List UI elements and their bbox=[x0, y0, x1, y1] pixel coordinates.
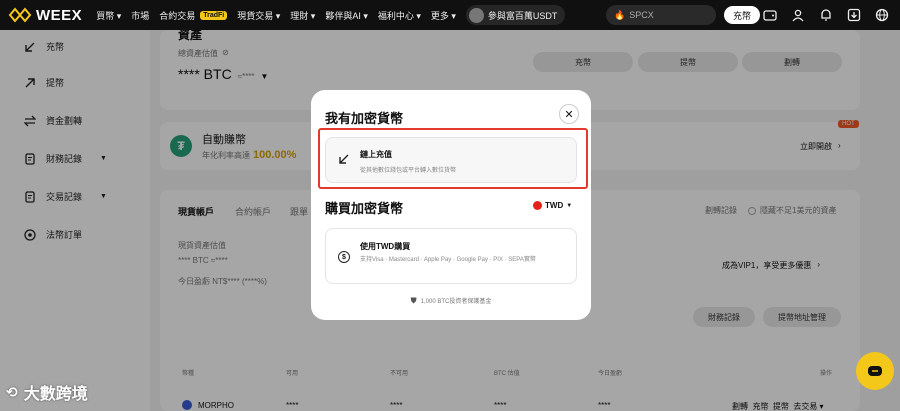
currency-code: TWD bbox=[545, 201, 564, 210]
annotation-highlight-box bbox=[318, 128, 588, 189]
user-icon[interactable] bbox=[790, 7, 806, 23]
nav-buy[interactable]: 買幣 ▾ bbox=[96, 9, 121, 22]
modal-title-own-crypto: 我有加密貨幣 bbox=[325, 111, 404, 126]
search-placeholder: SPCX bbox=[629, 10, 654, 20]
buy-title: 使用TWD購買 bbox=[360, 242, 411, 251]
buy-twd-option[interactable]: $ 使用TWD購買 支持Visa · Mastercard · Apple Pa… bbox=[325, 228, 577, 284]
tradfi-badge: TradFi bbox=[200, 10, 228, 20]
chevron-down-icon: ▼ bbox=[566, 202, 573, 209]
watermark: ⟲ 大數跨境 bbox=[6, 380, 88, 404]
deposit-modal: 我有加密貨幣 ✕ 鏈上充值 從其他數位錢包或平台轉入數位貨幣 購買加密貨幣 TW… bbox=[311, 90, 591, 320]
search-box[interactable]: 🔥 SPCX bbox=[606, 5, 716, 25]
download-icon[interactable] bbox=[846, 7, 862, 23]
protection-fund-note: ⛊ 1,000 BTC投資者保護基金 bbox=[311, 296, 591, 306]
brand-name: WEEX bbox=[36, 6, 83, 24]
nav-rewards[interactable]: 福利中心 ▾ bbox=[378, 9, 421, 22]
watermark-text: 大數跨境 bbox=[23, 386, 88, 403]
brand-logo[interactable]: WEEX bbox=[8, 7, 82, 24]
promo-text: 參與富百萬USDT bbox=[487, 10, 558, 21]
nav-partner-ai[interactable]: 夥伴與AI ▾ bbox=[325, 9, 368, 22]
modal-title-buy-crypto: 購買加密貨幣 bbox=[325, 201, 404, 216]
coin-icon: $ bbox=[338, 251, 350, 263]
globe-icon[interactable] bbox=[874, 7, 890, 23]
nav-market[interactable]: 市場 bbox=[131, 9, 149, 22]
nav-futures[interactable]: 合約交易 TradFi bbox=[159, 9, 228, 22]
buy-desc: 支持Visa · Mastercard · Apple Pay · Google… bbox=[360, 257, 536, 263]
watermark-logo-icon: ⟲ bbox=[6, 383, 18, 400]
twd-flag-icon bbox=[533, 201, 542, 210]
currency-selector[interactable]: TWD ▼ bbox=[533, 201, 572, 210]
nav-earn[interactable]: 理財 ▾ bbox=[290, 9, 315, 22]
close-icon[interactable]: ✕ bbox=[559, 104, 579, 124]
top-icons bbox=[762, 7, 890, 23]
chat-icon bbox=[868, 366, 882, 376]
chat-support-button[interactable] bbox=[856, 352, 894, 390]
protection-fund-text: 1,000 BTC投資者保護基金 bbox=[420, 299, 492, 305]
nav-futures-label: 合約交易 bbox=[159, 10, 196, 21]
promo-avatar bbox=[468, 7, 484, 23]
shield-icon: ⛊ bbox=[410, 296, 417, 305]
wallet-icon[interactable] bbox=[762, 7, 778, 23]
deposit-button[interactable]: 充幣 bbox=[724, 6, 760, 24]
weex-logo-icon bbox=[8, 7, 32, 23]
bell-icon[interactable] bbox=[818, 7, 834, 23]
fire-icon: 🔥 bbox=[614, 9, 626, 20]
nav-more[interactable]: 更多 ▾ bbox=[431, 9, 456, 22]
nav-spot[interactable]: 現貨交易 ▾ bbox=[237, 9, 280, 22]
promo-banner[interactable]: 參與富百萬USDT bbox=[465, 5, 566, 25]
